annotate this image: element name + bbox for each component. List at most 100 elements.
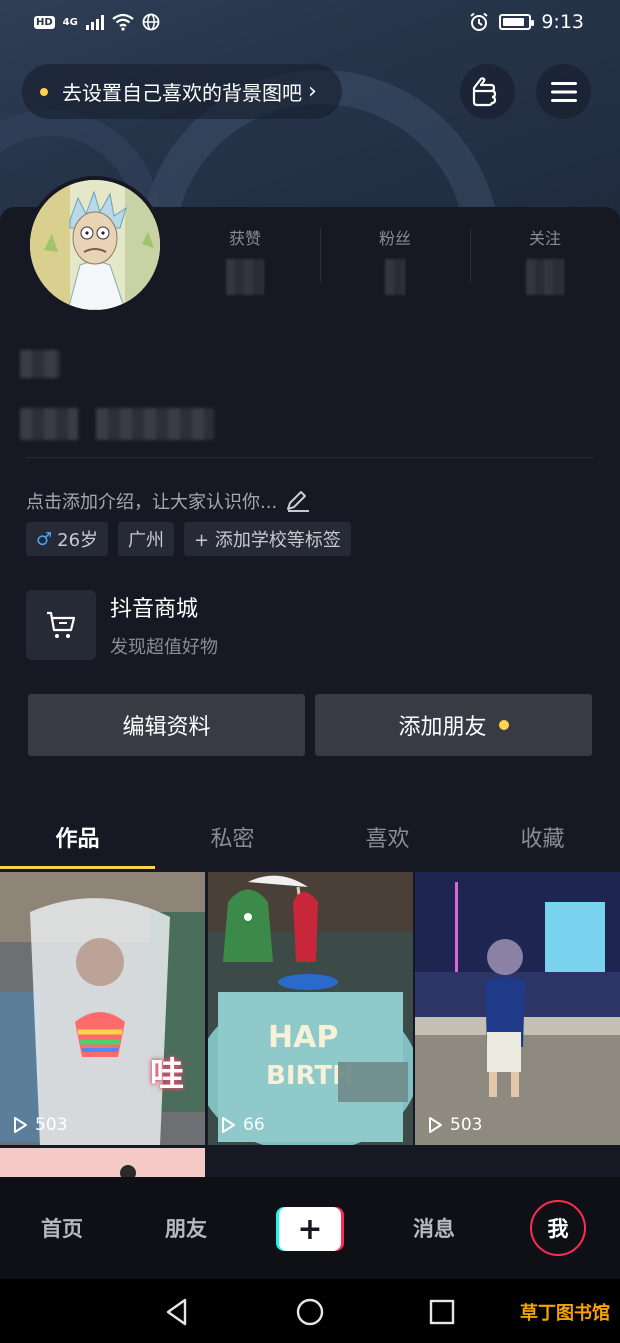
video-thumbnail[interactable]: HAP BIRTH 66: [208, 872, 413, 1145]
status-bar-right: 9:13: [469, 11, 584, 33]
nav-me-label: 我: [547, 1217, 569, 1241]
play-count: 503: [425, 1115, 482, 1135]
menu-button[interactable]: [536, 64, 591, 119]
status-bar: HD 4G 9:13: [0, 0, 620, 44]
tab-likes[interactable]: 喜欢: [310, 805, 465, 869]
set-background-tip[interactable]: 去设置自己喜欢的背景图吧 ›: [22, 64, 342, 119]
add-friend-button[interactable]: 添加朋友: [315, 694, 592, 756]
profile-tags: ♂ 26岁 广州 + 添加学校等标签: [26, 522, 351, 556]
stat-label: 关注: [528, 229, 561, 248]
clock: 9:13: [541, 11, 584, 33]
tab-works[interactable]: 作品: [0, 805, 155, 869]
avatar-image: [30, 180, 160, 310]
wifi-icon: [112, 13, 134, 31]
video-thumbnail[interactable]: 503: [415, 872, 620, 1145]
edit-profile-button[interactable]: 编辑资料: [28, 694, 305, 756]
divider: [26, 457, 594, 458]
stat-value-redacted: [226, 259, 264, 295]
username-redacted: [20, 350, 60, 378]
watermark: 草丁图书馆: [520, 1303, 610, 1324]
user-id-redacted: [20, 408, 78, 440]
edit-profile-label: 编辑资料: [122, 715, 211, 740]
stat-likes[interactable]: 获赞: [170, 225, 320, 295]
globe-icon: [142, 13, 160, 31]
nav-messages[interactable]: 消息: [392, 1177, 476, 1279]
shop-title: 抖音商城: [110, 597, 199, 622]
menu-icon: [550, 81, 577, 102]
stat-label: 获赞: [228, 229, 261, 248]
shop-text: 抖音商城 发现超值好物: [110, 591, 218, 659]
network-type: 4G: [62, 16, 78, 28]
stat-value-redacted: [385, 259, 405, 295]
video-cover-image: [415, 872, 620, 1145]
add-tag-label: + 添加学校等标签: [194, 530, 341, 551]
add-tag-button[interactable]: + 添加学校等标签: [184, 522, 351, 556]
stat-value-redacted: [526, 259, 564, 295]
user-id-redacted: [96, 408, 214, 440]
notification-dot: [498, 720, 509, 730]
plus-icon: +: [279, 1207, 341, 1251]
stat-followers[interactable]: 粉丝: [320, 225, 470, 295]
content-tabs: 作品 私密 喜欢 收藏: [0, 805, 620, 869]
nav-home[interactable]: 首页: [20, 1177, 104, 1279]
video-caption-overlay: 哇: [150, 1055, 184, 1095]
play-count-value: 66: [243, 1115, 265, 1135]
shop-icon-box: [26, 590, 96, 660]
play-count: 66: [218, 1115, 265, 1135]
douyin-mall-entry[interactable]: 抖音商城 发现超值好物: [26, 590, 218, 660]
home-circle-icon[interactable]: [295, 1297, 325, 1327]
play-icon: [429, 1117, 442, 1133]
bio-placeholder: 点击添加介绍，让大家认识你...: [26, 492, 278, 513]
create-button[interactable]: +: [276, 1207, 344, 1251]
nav-home-label: 首页: [41, 1217, 83, 1241]
avatar[interactable]: [26, 176, 164, 314]
nav-messages-label: 消息: [413, 1217, 455, 1241]
shopping-cart-icon: [47, 611, 76, 638]
battery-icon: [499, 14, 535, 30]
hand-pointer-icon: [472, 76, 496, 106]
hd-badge: HD: [34, 15, 55, 29]
nav-friends-label: 朋友: [165, 1217, 207, 1241]
bottom-nav: 首页 朋友 + 消息 我: [0, 1177, 620, 1279]
bio[interactable]: 点击添加介绍，让大家认识你...: [26, 488, 311, 514]
play-count-value: 503: [35, 1115, 68, 1135]
recents-square-icon[interactable]: [427, 1297, 457, 1327]
tab-private[interactable]: 私密: [155, 805, 310, 869]
alarm-icon: [470, 12, 488, 31]
profile-stats: 获赞 粉丝 关注: [170, 225, 620, 295]
video-cover-image: [0, 872, 205, 1145]
age-tag[interactable]: ♂ 26岁: [26, 522, 109, 556]
nav-friends[interactable]: 朋友: [144, 1177, 228, 1279]
svg-text:HAP: HAP: [268, 1020, 338, 1055]
tab-favorites[interactable]: 收藏: [465, 805, 620, 869]
chevron-right-icon: ›: [308, 79, 317, 104]
stat-label: 粉丝: [378, 229, 411, 248]
status-bar-left: HD 4G: [34, 13, 160, 31]
system-nav-bar: 草丁图书馆: [0, 1279, 620, 1343]
shop-subtitle: 发现超值好物: [110, 637, 218, 658]
set-background-tip-text: 去设置自己喜欢的背景图吧: [62, 81, 302, 105]
tab-label: 喜欢: [365, 827, 410, 852]
edit-pencil-icon: [287, 491, 310, 512]
play-count-value: 503: [450, 1115, 483, 1135]
tab-label: 私密: [210, 827, 255, 852]
add-friend-label: 添加朋友: [398, 715, 487, 740]
profile-screen: HD 4G 9:13 去设置自己喜欢的背景图吧 › 获赞 粉丝 关注 点击添加介…: [0, 0, 620, 1343]
nav-me[interactable]: 我: [530, 1200, 586, 1256]
video-cover-image: HAP BIRTH: [208, 872, 413, 1145]
video-thumbnail[interactable]: 哇 503: [0, 872, 205, 1145]
male-icon: ♂: [36, 528, 53, 550]
signal-icon: [85, 14, 104, 30]
city-label: 广州: [128, 530, 165, 551]
city-tag[interactable]: 广州: [118, 522, 175, 556]
tab-label: 作品: [55, 827, 100, 852]
tab-label: 收藏: [520, 827, 565, 852]
notice-dot: [40, 87, 48, 96]
visitors-button[interactable]: [460, 64, 515, 119]
play-icon: [14, 1117, 27, 1133]
age-label: 26岁: [57, 530, 99, 551]
stat-following[interactable]: 关注: [470, 225, 620, 295]
back-icon[interactable]: [163, 1297, 193, 1327]
play-count: 503: [10, 1115, 67, 1135]
play-icon: [222, 1117, 235, 1133]
